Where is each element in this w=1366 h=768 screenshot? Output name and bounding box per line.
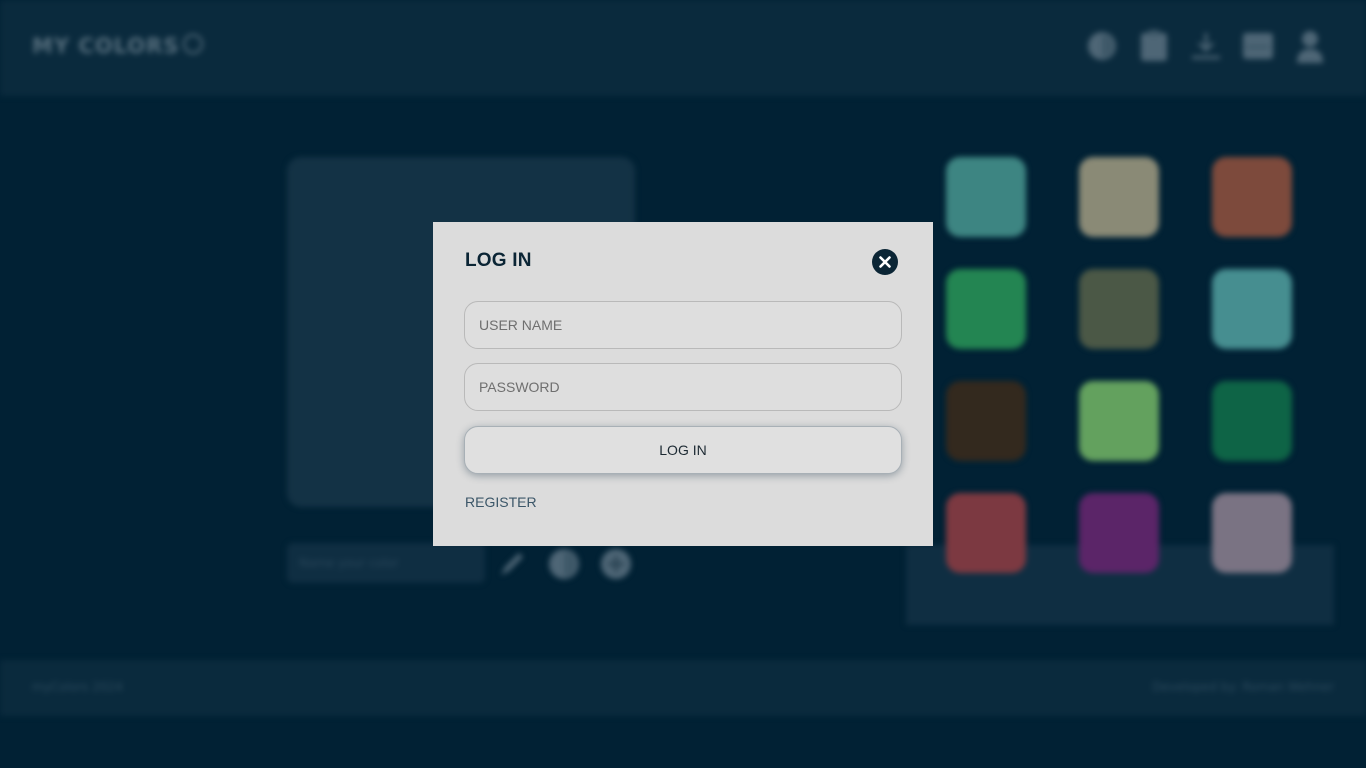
color-swatch[interactable] [946,269,1026,349]
footer-credit: Developed by: Roman Wehner [1152,680,1334,694]
pencil-icon[interactable] [495,547,529,581]
close-icon [879,256,891,268]
palette-icon[interactable] [547,547,581,581]
app-header: MY COLORS [0,0,1366,96]
footer-copyright: myColors 2024 [32,680,123,694]
inbox-icon[interactable] [1242,28,1274,64]
modal-title: LOG IN [465,250,532,271]
color-swatch[interactable] [1212,157,1292,237]
register-link[interactable]: REGISTER [465,494,537,510]
password-input[interactable] [464,363,902,411]
color-swatch[interactable] [1079,381,1159,461]
app-footer: myColors 2024 Developed by: Roman Wehner [0,660,1366,716]
color-name-input[interactable]: Name your color [287,543,485,583]
color-swatch[interactable] [1212,381,1292,461]
color-swatch[interactable] [1212,493,1292,573]
add-icon[interactable] [599,547,633,581]
username-input[interactable] [464,301,902,349]
color-swatch[interactable] [946,493,1026,573]
brand-logo: MY COLORS [32,34,204,58]
color-swatch[interactable] [1079,157,1159,237]
color-swatch[interactable] [1079,493,1159,573]
brand-name: MY COLORS [32,34,180,58]
color-swatch[interactable] [1079,269,1159,349]
login-button[interactable]: LOG IN [464,426,902,474]
color-swatch-grid [946,157,1292,573]
user-icon[interactable] [1294,28,1326,64]
login-modal: LOG IN LOG IN REGISTER [433,222,933,546]
download-icon[interactable] [1190,28,1222,64]
color-swatch[interactable] [946,381,1026,461]
brand-mark-icon [183,34,204,54]
clipboard-icon[interactable] [1138,28,1170,64]
palette-icon[interactable] [1086,28,1118,64]
color-swatch[interactable] [1212,269,1292,349]
header-nav [1086,28,1326,64]
color-swatch[interactable] [946,157,1026,237]
close-button[interactable] [872,249,898,275]
